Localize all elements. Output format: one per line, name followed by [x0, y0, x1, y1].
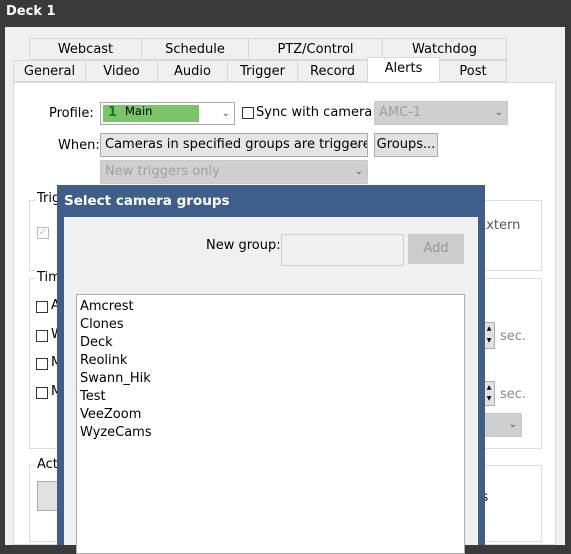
tab-ptz-control[interactable]: PTZ/Control: [248, 38, 383, 60]
trigger-mode-dropdown[interactable]: New triggers only ⌄: [100, 160, 368, 184]
new-group-label: New group:: [206, 238, 281, 253]
list-item[interactable]: VeeZoom: [80, 406, 464, 424]
time-checkbox-3[interactable]: [36, 358, 48, 370]
camera-value: AMC-1: [379, 105, 422, 120]
tab-trigger[interactable]: Trigger: [227, 60, 298, 82]
tab-post[interactable]: Post: [439, 60, 507, 82]
when-dropdown[interactable]: Cameras in specified groups are triggere…: [100, 133, 368, 157]
list-item[interactable]: Clones: [80, 316, 464, 334]
chevron-down-icon: ⌄: [221, 108, 230, 119]
time-checkbox-2[interactable]: [36, 330, 48, 342]
tab-webcast[interactable]: Webcast: [29, 38, 142, 60]
list-item[interactable]: Swann_Hik: [80, 370, 464, 388]
sync-label: Sync with camera: [256, 105, 373, 120]
chevron-down-icon: ⌄: [354, 166, 363, 177]
time-checkbox-1[interactable]: [36, 301, 48, 313]
tab-record[interactable]: Record: [297, 60, 368, 82]
sec-label: sec.: [500, 387, 527, 402]
time-checkbox-4[interactable]: [36, 387, 48, 399]
sec-label: sec.: [500, 329, 527, 344]
when-value: Cameras in specified groups are triggere…: [105, 137, 368, 152]
tab-video[interactable]: Video: [85, 60, 158, 82]
chevron-down-icon: ⌄: [354, 139, 363, 150]
tab-alerts[interactable]: Alerts: [367, 57, 440, 82]
profile-dropdown[interactable]: 1 Main ⌄: [100, 102, 235, 125]
list-item[interactable]: Test: [80, 388, 464, 406]
list-item[interactable]: Reolink: [80, 352, 464, 370]
groups-button[interactable]: Groups...: [374, 133, 438, 157]
new-group-input[interactable]: [281, 234, 404, 266]
dialog-body: New group: Add Amcrest Clones Deck Reoli…: [64, 217, 478, 554]
list-item[interactable]: WyzeCams: [80, 424, 464, 442]
select-camera-groups-dialog: Select camera groups New group: Add Amcr…: [57, 185, 485, 554]
profile-value: Main: [125, 104, 153, 118]
window-title: Deck 1: [6, 4, 56, 19]
chevron-down-icon: ⌄: [494, 107, 503, 118]
profile-number: 1: [108, 105, 118, 120]
trigger-checkbox[interactable]: ✓: [37, 227, 49, 239]
trigger-mode-value: New triggers only: [105, 164, 220, 179]
list-item[interactable]: Deck: [80, 334, 464, 352]
tab-general[interactable]: General: [13, 60, 86, 82]
chevron-down-icon: ⌄: [508, 419, 517, 430]
when-label: When:: [58, 138, 100, 153]
sync-checkbox[interactable]: [242, 107, 254, 119]
dialog-title: Select camera groups: [64, 193, 230, 209]
profile-label: Profile:: [49, 106, 94, 121]
list-item[interactable]: Amcrest: [80, 298, 464, 316]
add-button[interactable]: Add: [408, 234, 464, 264]
camera-dropdown[interactable]: AMC-1 ⌄: [374, 101, 508, 125]
groups-list[interactable]: Amcrest Clones Deck Reolink Swann_Hik Te…: [76, 294, 465, 554]
tab-audio[interactable]: Audio: [157, 60, 228, 82]
tab-schedule[interactable]: Schedule: [141, 38, 249, 60]
